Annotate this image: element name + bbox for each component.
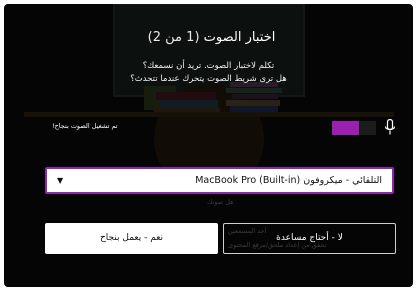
chevron-down-icon: ▼ — [57, 176, 64, 185]
microphone-device-select[interactable]: ▼ التلقائي - ميكروفون MacBook Pro (Built… — [45, 167, 394, 194]
dialog-title: اختبار الصوت (1 من 2) — [4, 30, 413, 45]
yes-works-button[interactable]: نعم - يعمل بنجاح — [45, 223, 218, 254]
selected-device: التلقائي - ميكروفون MacBook Pro (Built-i… — [195, 175, 382, 186]
step-count: (1 من 2) — [147, 30, 200, 45]
screen-frame: اختبار الصوت (1 من 2) تكلم لاختبار الصوت… — [0, 0, 417, 293]
mic-level-fill — [332, 121, 360, 135]
no-need-help-label: لا - أحتاج مساعدة — [276, 233, 343, 243]
mic-status-text: تم تشغيل الصوت بنجاح! — [52, 122, 118, 130]
audio-test-dialog: اختبار الصوت (1 من 2) تكلم لاختبار الصوت… — [4, 4, 413, 287]
no-need-help-button[interactable]: أحد المسمعين تحقق من إعداد ملحق/مرفع الم… — [223, 223, 396, 254]
no-button-ghost-text-1: أحد المسمعين — [228, 227, 267, 235]
obscured-hint-text: هل صوتك — [207, 198, 234, 206]
dialog-title-text: اختبار الصوت — [203, 30, 276, 45]
question-line-1: تكلم لاختبار الصوت. تريد أن نسمعك؟ — [142, 61, 275, 71]
yes-works-label: نعم - يعمل بنجاح — [99, 233, 164, 243]
question-line-2: هل ترى شريط الصوت يتحرك عندما تتحدث؟ — [130, 74, 287, 84]
mic-level-meter — [332, 121, 376, 135]
microphone-icon — [384, 119, 396, 135]
